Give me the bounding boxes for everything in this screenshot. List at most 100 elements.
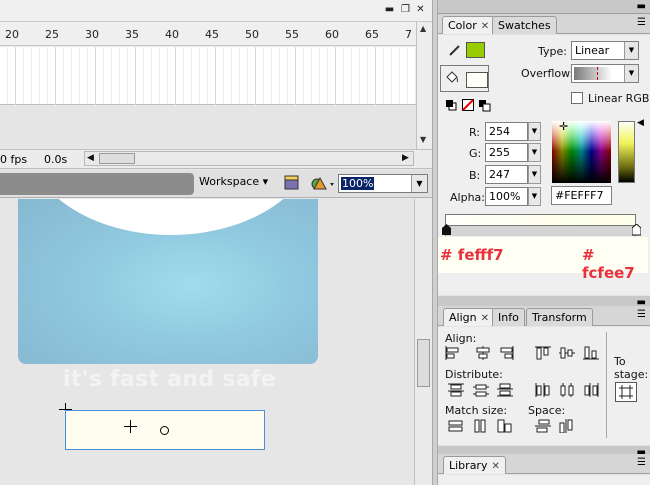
restore-icon[interactable]: ❐ xyxy=(400,4,411,15)
timeline-frames[interactable] xyxy=(0,47,416,105)
zoom-select[interactable]: 100% ▼ xyxy=(338,174,428,193)
alpha-stepper[interactable]: ▼ xyxy=(528,187,541,206)
banner-graphic[interactable] xyxy=(18,199,318,364)
space-horizontal-icon[interactable] xyxy=(559,419,575,433)
timeline-horizontal-scrollbar[interactable]: ◀ ▶ xyxy=(84,151,414,166)
close-icon[interactable]: ✕ xyxy=(481,313,489,324)
scroll-left-icon[interactable]: ◀ xyxy=(87,152,94,165)
tagline-text[interactable]: it's fast and safe xyxy=(63,367,276,392)
overflow-label: Overflow: xyxy=(521,67,574,80)
stroke-color-swatch[interactable] xyxy=(466,42,485,58)
overflow-select[interactable]: ▼ xyxy=(571,64,639,83)
r-stepper[interactable]: ▼ xyxy=(528,122,541,141)
to-stage-icon xyxy=(619,385,633,399)
g-field[interactable]: 255 xyxy=(485,143,528,162)
align-separator xyxy=(606,332,607,438)
match-width-icon[interactable] xyxy=(448,419,464,433)
library-tabs: Library ✕ ☰ xyxy=(438,454,650,474)
panel-menu-icon[interactable]: ☰ xyxy=(637,17,646,28)
tab-info[interactable]: Info xyxy=(492,308,525,326)
gradient-preview[interactable] xyxy=(445,214,636,226)
r-field[interactable]: 254 xyxy=(485,122,528,141)
b-field[interactable]: 247 xyxy=(485,165,528,184)
align-center-icon[interactable] xyxy=(475,346,491,360)
align-left-icon[interactable] xyxy=(445,346,461,360)
g-stepper[interactable]: ▼ xyxy=(528,143,541,162)
tab-swatches[interactable]: Swatches xyxy=(492,16,557,34)
match-both-icon[interactable] xyxy=(497,419,513,433)
ruler-number: 45 xyxy=(205,28,219,41)
gradient-stop-track[interactable] xyxy=(442,224,641,236)
black-white-icon[interactable] xyxy=(445,99,461,113)
library-panel xyxy=(438,475,650,485)
scroll-thumb[interactable] xyxy=(417,339,430,387)
panel-menu-icon[interactable]: ☰ xyxy=(637,457,646,468)
linear-rgb-checkbox[interactable] xyxy=(571,92,583,104)
tab-library[interactable]: Library ✕ xyxy=(443,456,506,474)
distribute-right-icon[interactable] xyxy=(583,383,599,397)
breadcrumb xyxy=(0,173,194,195)
scroll-right-icon[interactable]: ▶ xyxy=(402,152,409,165)
tab-label: Swatches xyxy=(498,19,551,32)
space-vertical-icon[interactable] xyxy=(535,419,551,433)
panel-menu-icon[interactable]: ☰ xyxy=(637,309,646,320)
distribute-left-icon[interactable] xyxy=(535,383,551,397)
distribute-top-icon[interactable] xyxy=(448,383,464,397)
ruler-number: 35 xyxy=(125,28,139,41)
distribute-vcenter-icon[interactable] xyxy=(473,383,489,397)
color-panel: Type: Linear ▼ Overflow: ▼ Linear RGB R:… xyxy=(438,35,650,295)
close-icon[interactable]: ✕ xyxy=(415,4,426,15)
chevron-down-icon[interactable]: ▼ xyxy=(624,42,638,59)
type-select[interactable]: Linear ▼ xyxy=(571,41,639,60)
color-panel-grip[interactable]: ▬ xyxy=(438,0,650,14)
minimize-icon[interactable]: ▬ xyxy=(384,4,395,15)
to-stage-toggle[interactable] xyxy=(615,382,637,402)
scroll-thumb[interactable] xyxy=(99,153,135,164)
transform-point-icon[interactable] xyxy=(159,425,170,436)
timeline-vertical-scrollbar[interactable]: ▲ ▼ xyxy=(416,22,432,150)
edit-scene-icon[interactable] xyxy=(284,175,300,190)
scroll-down-icon[interactable]: ▼ xyxy=(420,135,426,144)
gradient-stop-right[interactable] xyxy=(632,224,641,236)
ruler-number: 55 xyxy=(285,28,299,41)
swap-colors-icon[interactable] xyxy=(478,99,494,113)
color-spectrum[interactable]: ✛ xyxy=(552,120,611,183)
alpha-label: Alpha: xyxy=(450,191,485,204)
tab-align[interactable]: Align ✕ xyxy=(443,308,495,326)
panels-dock: ▬ Color ✕ Swatches ☰ Type: Linear ▼ Overf xyxy=(438,0,650,485)
tab-color[interactable]: Color ✕ xyxy=(442,16,496,34)
gradient-stop-left[interactable] xyxy=(442,224,451,236)
distribute-hcenter-icon[interactable] xyxy=(559,383,575,397)
scroll-up-icon[interactable]: ▲ xyxy=(420,24,426,33)
b-stepper[interactable]: ▼ xyxy=(528,165,541,184)
brightness-slider[interactable] xyxy=(618,121,635,183)
brightness-pointer-icon[interactable]: ◀ xyxy=(637,118,644,128)
align-right-icon[interactable] xyxy=(498,346,514,360)
chevron-down-icon[interactable]: ▼ xyxy=(411,175,427,192)
align-bottom-icon[interactable] xyxy=(583,346,599,360)
no-color-icon[interactable] xyxy=(462,99,478,113)
align-top-icon[interactable] xyxy=(535,346,551,360)
tab-transform[interactable]: Transform xyxy=(526,308,593,326)
close-icon[interactable]: ✕ xyxy=(481,21,489,32)
type-value: Linear xyxy=(575,44,610,57)
zoom-value: 100% xyxy=(341,177,375,190)
stage[interactable]: it's fast and safe xyxy=(0,199,414,485)
chevron-down-icon[interactable]: ▼ xyxy=(624,65,638,82)
collapse-icon[interactable]: ▬ xyxy=(637,1,646,12)
close-icon[interactable]: ✕ xyxy=(491,461,499,472)
workspace-menu[interactable]: Workspace ▾ xyxy=(199,175,268,188)
selected-text-box[interactable] xyxy=(65,410,265,450)
timeline-header: ▬ ❐ ✕ xyxy=(0,0,432,22)
hex-field[interactable]: #FEFFF7 xyxy=(551,186,612,205)
stage-vertical-scrollbar[interactable] xyxy=(414,199,432,485)
edit-symbols-icon[interactable] xyxy=(311,175,334,190)
g-value: 255 xyxy=(489,146,510,159)
distribute-bottom-icon[interactable] xyxy=(497,383,513,397)
b-value: 247 xyxy=(489,168,510,181)
match-height-icon[interactable] xyxy=(473,419,489,433)
stop-left-label: # fefff7 xyxy=(440,246,504,264)
r-label: R: xyxy=(469,126,481,139)
align-middle-icon[interactable] xyxy=(559,346,575,360)
alpha-field[interactable]: 100% xyxy=(485,187,528,206)
